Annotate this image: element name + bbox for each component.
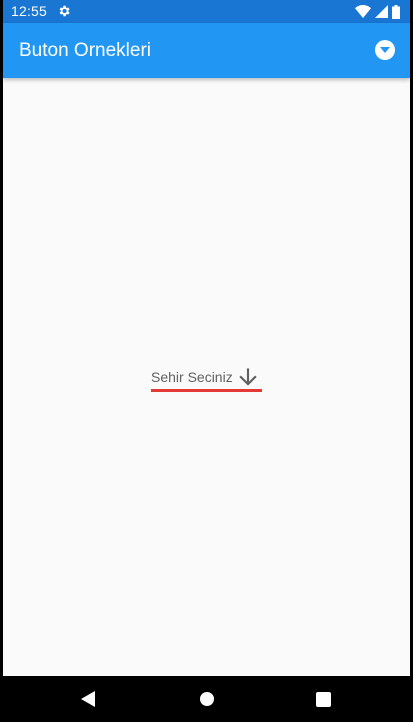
status-time: 12:55 (11, 3, 48, 19)
arrow-down-icon (239, 368, 257, 386)
status-bar: 12:55 (3, 0, 410, 23)
home-circle-icon (200, 692, 214, 706)
home-button[interactable] (177, 676, 237, 722)
navigation-bar (0, 676, 413, 722)
status-icons (355, 4, 400, 19)
dropdown-underline (151, 389, 262, 392)
back-triangle-icon (81, 691, 95, 707)
city-dropdown[interactable]: Sehir Seciniz (151, 362, 262, 394)
app-bar: Buton Ornekleri (3, 23, 410, 78)
app-screen: 12:55 Buton Ornekleri Sehir Seciniz (3, 0, 410, 676)
gear-icon (59, 5, 70, 17)
recents-square-icon (315, 691, 331, 707)
battery-icon (392, 4, 400, 19)
caret-down-icon (380, 47, 390, 53)
app-title: Buton Ornekleri (19, 40, 152, 61)
signal-icon (375, 5, 388, 18)
wifi-icon (355, 5, 371, 18)
device-frame: 12:55 Buton Ornekleri Sehir Seciniz (0, 0, 413, 722)
back-button[interactable] (58, 676, 118, 722)
dropdown-circle-icon[interactable] (375, 40, 395, 60)
recents-button[interactable] (293, 676, 353, 722)
dropdown-hint: Sehir Seciniz (151, 369, 233, 385)
